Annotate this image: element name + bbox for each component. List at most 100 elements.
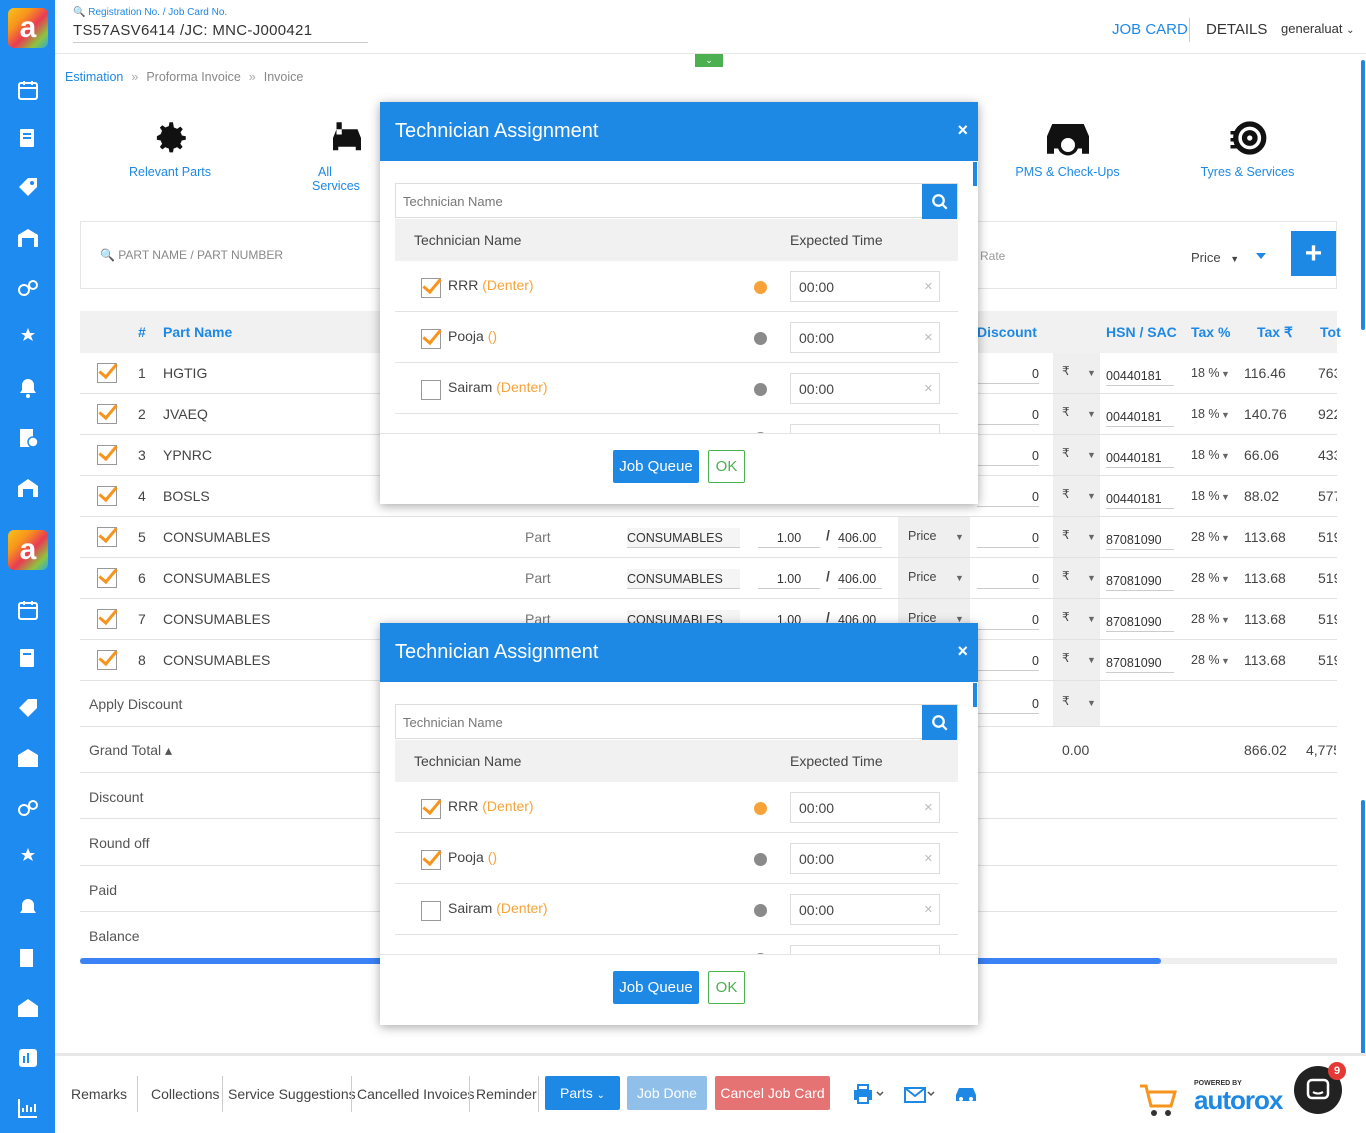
- dropdown-toggle-icon[interactable]: [1256, 253, 1266, 259]
- part-group-input[interactable]: CONSUMABLES: [627, 569, 740, 589]
- parts-button[interactable]: Parts ⌄: [545, 1076, 620, 1110]
- job-queue-button[interactable]: Job Queue: [613, 450, 699, 483]
- close-icon[interactable]: ×: [957, 120, 968, 141]
- discount-input[interactable]: 0: [977, 364, 1039, 384]
- chat-launcher[interactable]: 9: [1294, 1062, 1346, 1114]
- print-icon[interactable]: [852, 1083, 886, 1108]
- tax-pct-select[interactable]: 18 %: [1191, 489, 1220, 503]
- discount-input[interactable]: 0: [977, 651, 1039, 671]
- tab-details[interactable]: DETAILS: [1206, 21, 1267, 38]
- calendar-icon[interactable]: [14, 76, 42, 104]
- currency-select[interactable]: ₹: [1062, 651, 1070, 665]
- category-pms-checkups[interactable]: PMS & Check-Ups: [1010, 117, 1125, 179]
- billing-icon[interactable]: [14, 424, 42, 452]
- row-checkbox[interactable]: [97, 568, 117, 588]
- hsn-input[interactable]: 00440181: [1106, 366, 1174, 386]
- rating-icon[interactable]: [14, 324, 42, 352]
- currency-select[interactable]: ₹: [1062, 405, 1070, 419]
- hsn-input[interactable]: 00440181: [1106, 489, 1174, 509]
- service-suggestions-link[interactable]: Service Suggestions: [228, 1086, 356, 1102]
- expected-time-input[interactable]: 00:00 ✕: [790, 322, 940, 353]
- price-select[interactable]: Price ▼: [1191, 250, 1239, 265]
- expected-time-input[interactable]: 00:00 ✕: [790, 843, 940, 874]
- qty-input[interactable]: 1.00: [758, 528, 820, 548]
- remarks-link[interactable]: Remarks: [71, 1086, 127, 1102]
- calendar-icon[interactable]: [14, 596, 42, 624]
- job-queue-button[interactable]: Job Queue: [613, 971, 699, 1004]
- breadcrumb-estimation[interactable]: Estimation: [65, 70, 123, 84]
- ok-button[interactable]: OK: [708, 450, 745, 483]
- tax-pct-select[interactable]: 18 %: [1191, 448, 1220, 462]
- tax-pct-select[interactable]: 18 %: [1191, 366, 1220, 380]
- analytics-icon[interactable]: [14, 1094, 42, 1122]
- rating-icon[interactable]: [14, 844, 42, 872]
- category-relevant-parts[interactable]: Relevant Parts: [120, 117, 220, 179]
- expected-time-input[interactable]: 00:00 ✕: [790, 271, 940, 302]
- tax-pct-select[interactable]: 28 %: [1191, 653, 1220, 667]
- clear-icon[interactable]: ✕: [924, 801, 933, 814]
- notification-icon[interactable]: [14, 894, 42, 922]
- hsn-input[interactable]: 87081090: [1106, 530, 1174, 550]
- search-button[interactable]: [922, 705, 957, 740]
- hsn-input[interactable]: 00440181: [1106, 448, 1174, 468]
- currency-select[interactable]: ₹: [1062, 610, 1070, 624]
- row-checkbox[interactable]: [97, 527, 117, 547]
- job-list-icon[interactable]: [14, 644, 42, 672]
- tag-icon[interactable]: [14, 173, 42, 201]
- currency-select[interactable]: ₹: [1062, 446, 1070, 460]
- part-search-input[interactable]: 🔍 PART NAME / PART NUMBER: [100, 248, 283, 262]
- currency-select[interactable]: ₹: [1062, 487, 1070, 501]
- row-checkbox[interactable]: [97, 650, 117, 670]
- job-done-button[interactable]: Job Done: [627, 1076, 707, 1110]
- currency-select[interactable]: ₹: [1062, 569, 1070, 583]
- parts-icon[interactable]: [14, 274, 42, 302]
- clear-icon[interactable]: ✕: [924, 382, 933, 395]
- garage-icon[interactable]: [14, 474, 42, 502]
- add-part-button[interactable]: +: [1291, 231, 1336, 276]
- app-logo-secondary[interactable]: a: [8, 530, 48, 570]
- rate-input[interactable]: 406.00: [838, 528, 882, 548]
- clear-icon[interactable]: ✕: [924, 280, 933, 293]
- cancelled-invoices-link[interactable]: Cancelled Invoices: [357, 1086, 475, 1102]
- rate-input[interactable]: Rate: [980, 249, 1005, 263]
- expected-time-input[interactable]: 00:00 ✕: [790, 373, 940, 404]
- breadcrumb-proforma[interactable]: Proforma Invoice: [146, 70, 240, 84]
- technician-checkbox[interactable]: [421, 329, 441, 349]
- clear-icon[interactable]: ✕: [924, 903, 933, 916]
- modal-scrollbar[interactable]: [973, 683, 977, 707]
- close-icon[interactable]: ×: [957, 641, 968, 662]
- currency-select[interactable]: ₹: [1062, 528, 1070, 542]
- rate-input[interactable]: 406.00: [838, 569, 882, 589]
- page-scrollbar[interactable]: [1361, 60, 1365, 330]
- hsn-input[interactable]: 87081090: [1106, 571, 1174, 591]
- collapse-toggle-icon[interactable]: ⌄: [695, 54, 723, 67]
- app-logo[interactable]: a: [8, 8, 48, 48]
- cancel-job-card-button[interactable]: Cancel Job Card: [715, 1076, 830, 1110]
- expected-time-input[interactable]: [790, 945, 940, 954]
- row-checkbox[interactable]: [97, 404, 117, 424]
- tab-job-card[interactable]: JOB CARD: [1112, 21, 1188, 38]
- category-all-services[interactable]: All Services: [312, 117, 382, 193]
- clear-icon[interactable]: ✕: [924, 852, 933, 865]
- row-checkbox[interactable]: [97, 609, 117, 629]
- expected-time-input[interactable]: 00:00 ✕: [790, 894, 940, 925]
- expected-time-input[interactable]: [790, 424, 940, 433]
- job-list-icon[interactable]: [14, 124, 42, 152]
- technician-search-input[interactable]: Technician Name: [395, 183, 958, 219]
- grand-total-label[interactable]: Grand Total ▴: [89, 742, 172, 759]
- user-menu[interactable]: generaluat ⌄: [1281, 21, 1354, 36]
- technician-checkbox[interactable]: [421, 278, 441, 298]
- notification-icon[interactable]: [14, 374, 42, 402]
- technician-search-input[interactable]: Technician Name: [395, 704, 958, 740]
- warehouse-icon[interactable]: [14, 744, 42, 772]
- car-icon[interactable]: [953, 1083, 979, 1108]
- modal-scrollbar[interactable]: [973, 162, 977, 186]
- parts-icon[interactable]: [14, 794, 42, 822]
- hsn-input[interactable]: 87081090: [1106, 653, 1174, 673]
- garage-icon[interactable]: [14, 994, 42, 1022]
- email-icon[interactable]: [903, 1083, 937, 1108]
- billing-icon[interactable]: [14, 944, 42, 972]
- technician-checkbox[interactable]: [421, 380, 441, 400]
- tax-pct-select[interactable]: 28 %: [1191, 571, 1220, 585]
- price-select[interactable]: Price: [908, 570, 936, 584]
